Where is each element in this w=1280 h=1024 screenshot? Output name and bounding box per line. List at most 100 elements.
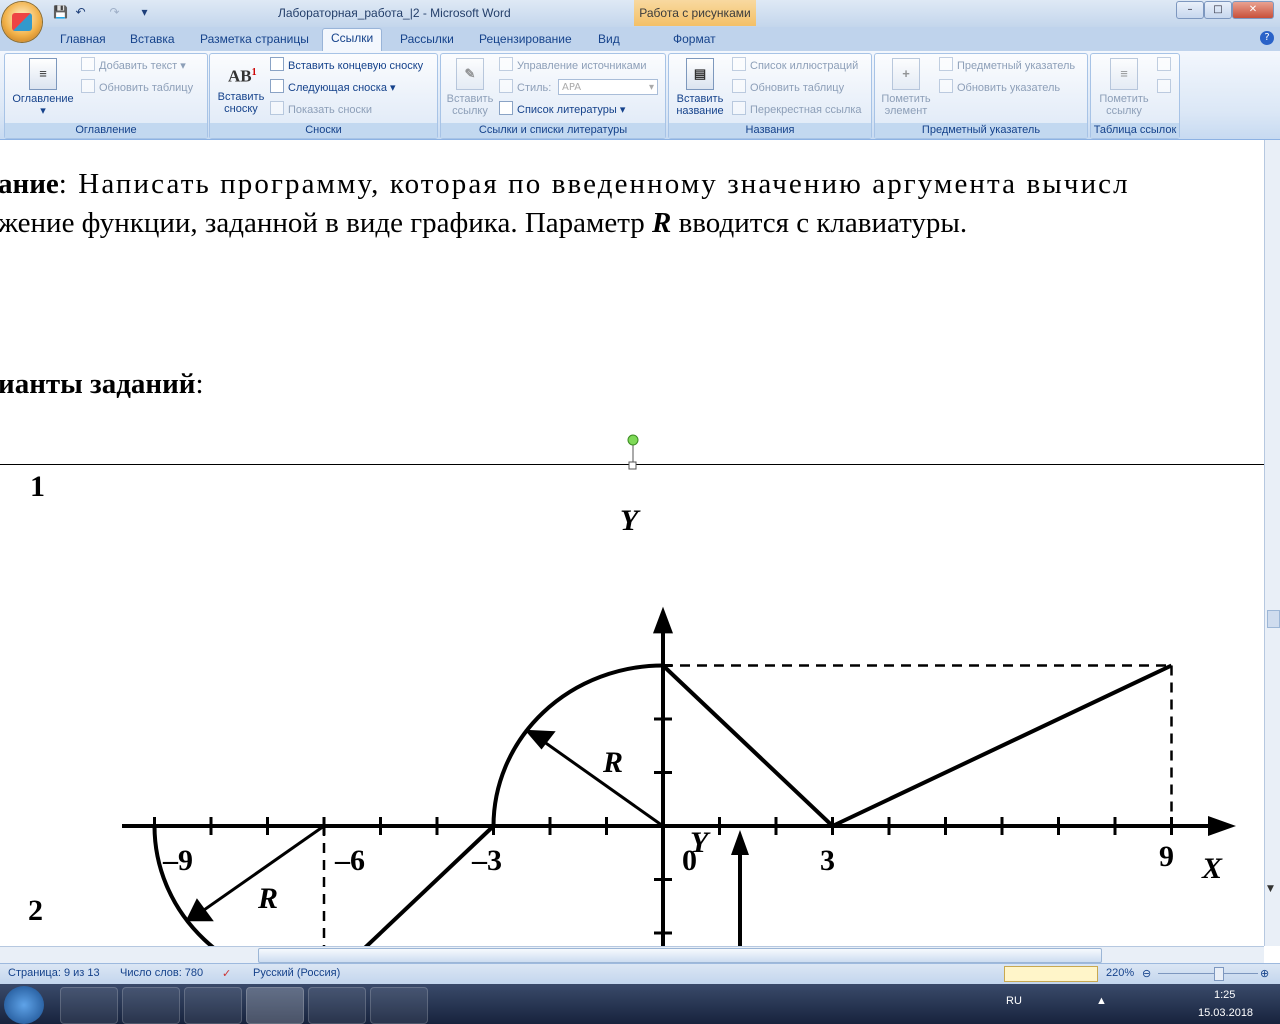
undo-icon[interactable]: ↶: [72, 4, 89, 21]
resize-handle[interactable]: [628, 461, 637, 470]
task-line-2-a: жение функции, заданной в виде графика. …: [0, 207, 653, 239]
group-index: + Пометить элемент Предметный указатель …: [874, 53, 1088, 139]
tab-references[interactable]: Ссылки: [322, 28, 383, 52]
update-figures-button[interactable]: Обновить таблицу: [732, 79, 844, 95]
function-graph[interactable]: YXRR–9–6–3039–3 1 2 Y: [0, 430, 1264, 946]
start-button[interactable]: [4, 986, 44, 1024]
save-icon[interactable]: 💾: [52, 4, 69, 21]
tray-language[interactable]: RU: [1006, 995, 1022, 1007]
next-footnote-label: Следующая сноска: [288, 82, 387, 94]
zoom-slider-thumb[interactable]: [1214, 967, 1224, 981]
rotate-handle[interactable]: [627, 434, 639, 446]
close-button[interactable]: ✕: [1232, 1, 1274, 19]
group-label-footnotes: Сноски: [210, 123, 437, 138]
view-buttons[interactable]: [1004, 966, 1098, 982]
office-button[interactable]: [2, 2, 42, 42]
update-index-icon: [939, 79, 953, 93]
word-taskbar-icon[interactable]: [246, 987, 304, 1024]
vertical-scroll-thumb[interactable]: [1267, 610, 1280, 628]
app-taskbar-icon[interactable]: [370, 987, 428, 1024]
style-combo-value: APA: [562, 82, 582, 93]
media-player-taskbar-icon[interactable]: [122, 987, 180, 1024]
bibliography-icon: [499, 101, 513, 115]
insert-index-button[interactable]: Предметный указатель: [939, 57, 1075, 73]
task-param-r: R: [652, 207, 672, 239]
chrome-taskbar-icon[interactable]: [184, 987, 242, 1024]
spellcheck-icon[interactable]: ✓: [222, 967, 231, 980]
update-toc-icon: [81, 79, 95, 93]
scroll-down-arrow-icon[interactable]: ▼: [1267, 884, 1274, 894]
mark-entry-button[interactable]: + Пометить элемент: [877, 58, 935, 117]
chevron-down-icon: ▾: [648, 82, 654, 93]
update-index-label: Обновить указатель: [957, 82, 1061, 94]
tab-page-layout[interactable]: Разметка страницы: [192, 30, 317, 50]
show-notes-icon: [270, 101, 284, 115]
insert-footnote-label: Вставить сноску: [217, 91, 265, 115]
update-figures-label: Обновить таблицу: [750, 82, 845, 94]
add-text-button[interactable]: Добавить текст ▾: [81, 57, 186, 73]
cross-reference-button[interactable]: Перекрестная ссылка: [732, 101, 862, 117]
customize-qat-icon[interactable]: ▾: [136, 4, 153, 21]
mark-citation-button[interactable]: ≡ Пометить ссылку: [1093, 58, 1155, 117]
insert-authorities-button[interactable]: [1157, 57, 1175, 73]
update-authorities-icon: [1157, 79, 1171, 93]
zoom-slider[interactable]: [1158, 973, 1258, 974]
context-tab-title: Работа с рисунками: [634, 0, 756, 26]
task-line-1-bold: ание: [0, 168, 59, 200]
zoom-out-icon[interactable]: ⊖: [1142, 967, 1151, 980]
citation-icon: ✎: [456, 58, 484, 90]
tray-time[interactable]: 1:25: [1214, 989, 1235, 1001]
update-authorities-button[interactable]: [1157, 79, 1175, 95]
show-notes-button[interactable]: Показать сноски: [270, 101, 372, 117]
status-page[interactable]: Страница: 9 из 13: [8, 967, 100, 979]
update-index-button[interactable]: Обновить указатель: [939, 79, 1060, 95]
x-tick-label: 3: [820, 844, 835, 877]
cross-reference-label: Перекрестная ссылка: [750, 104, 862, 116]
variants-heading-colon: :: [195, 368, 204, 400]
window-title: Лабораторная_работа_|2 - Microsoft Word: [278, 6, 511, 20]
y-axis-arrow: [653, 606, 673, 634]
tab-home[interactable]: Главная: [52, 30, 114, 50]
radius-label: R: [602, 746, 623, 779]
minimize-button[interactable]: –: [1176, 1, 1204, 19]
insert-endnote-button[interactable]: Вставить концевую сноску: [270, 57, 423, 73]
bibliography-label: Список литературы: [517, 104, 617, 116]
office-logo-icon: [12, 13, 32, 31]
insert-caption-label: Вставить название: [676, 93, 724, 117]
insert-citation-button[interactable]: ✎ Вставить ссылку: [443, 58, 497, 117]
visual-studio-taskbar-icon[interactable]: [308, 987, 366, 1024]
insert-citation-label: Вставить ссылку: [446, 93, 494, 117]
tab-mailings[interactable]: Рассылки: [392, 30, 462, 50]
manage-sources-button[interactable]: Управление источниками: [499, 57, 646, 73]
maximize-button[interactable]: □: [1204, 1, 1232, 19]
vertical-scrollbar[interactable]: ▼: [1264, 140, 1280, 946]
next-footnote-button[interactable]: Следующая сноска ▾: [270, 79, 396, 95]
style-label: Стиль:: [517, 82, 552, 94]
toc-button[interactable]: ≡ Оглавление ▾: [9, 58, 77, 117]
zoom-level[interactable]: 220%: [1106, 967, 1134, 979]
document-area[interactable]: ание: Написать программу, которая по вве…: [0, 140, 1264, 946]
group-label-authorities: Таблица ссылок: [1091, 123, 1179, 138]
status-language[interactable]: Русский (Россия): [253, 967, 340, 979]
table-of-figures-button[interactable]: Список иллюстраций: [732, 57, 858, 73]
horizontal-scroll-thumb[interactable]: [258, 948, 1102, 963]
zoom-in-icon[interactable]: ⊕: [1260, 967, 1269, 980]
redo-icon[interactable]: ↷: [106, 4, 123, 21]
tray-expand-icon[interactable]: ▲: [1096, 995, 1107, 1007]
tab-view[interactable]: Вид: [590, 30, 628, 50]
help-icon[interactable]: ?: [1260, 31, 1274, 45]
tab-insert[interactable]: Вставка: [122, 30, 183, 50]
tab-review[interactable]: Рецензирование: [471, 30, 580, 50]
group-label-citations: Ссылки и списки литературы: [441, 123, 665, 138]
task-line-1-rest: : Написать программу, которая по введенн…: [58, 168, 1130, 200]
mark-citation-label: Пометить ссылку: [1099, 93, 1149, 117]
style-combo[interactable]: APA ▾: [558, 79, 658, 95]
insert-footnote-button[interactable]: AB1 Вставить сноску: [213, 58, 269, 115]
explorer-taskbar-icon[interactable]: [60, 987, 118, 1024]
insert-caption-button[interactable]: ▤ Вставить название: [671, 58, 729, 117]
tray-date[interactable]: 15.03.2018: [1198, 1007, 1253, 1019]
bibliography-button[interactable]: Список литературы ▾: [499, 101, 625, 117]
update-toc-button[interactable]: Обновить таблицу: [81, 79, 193, 95]
tab-format[interactable]: Формат: [665, 30, 724, 50]
status-words[interactable]: Число слов: 780: [120, 967, 203, 979]
